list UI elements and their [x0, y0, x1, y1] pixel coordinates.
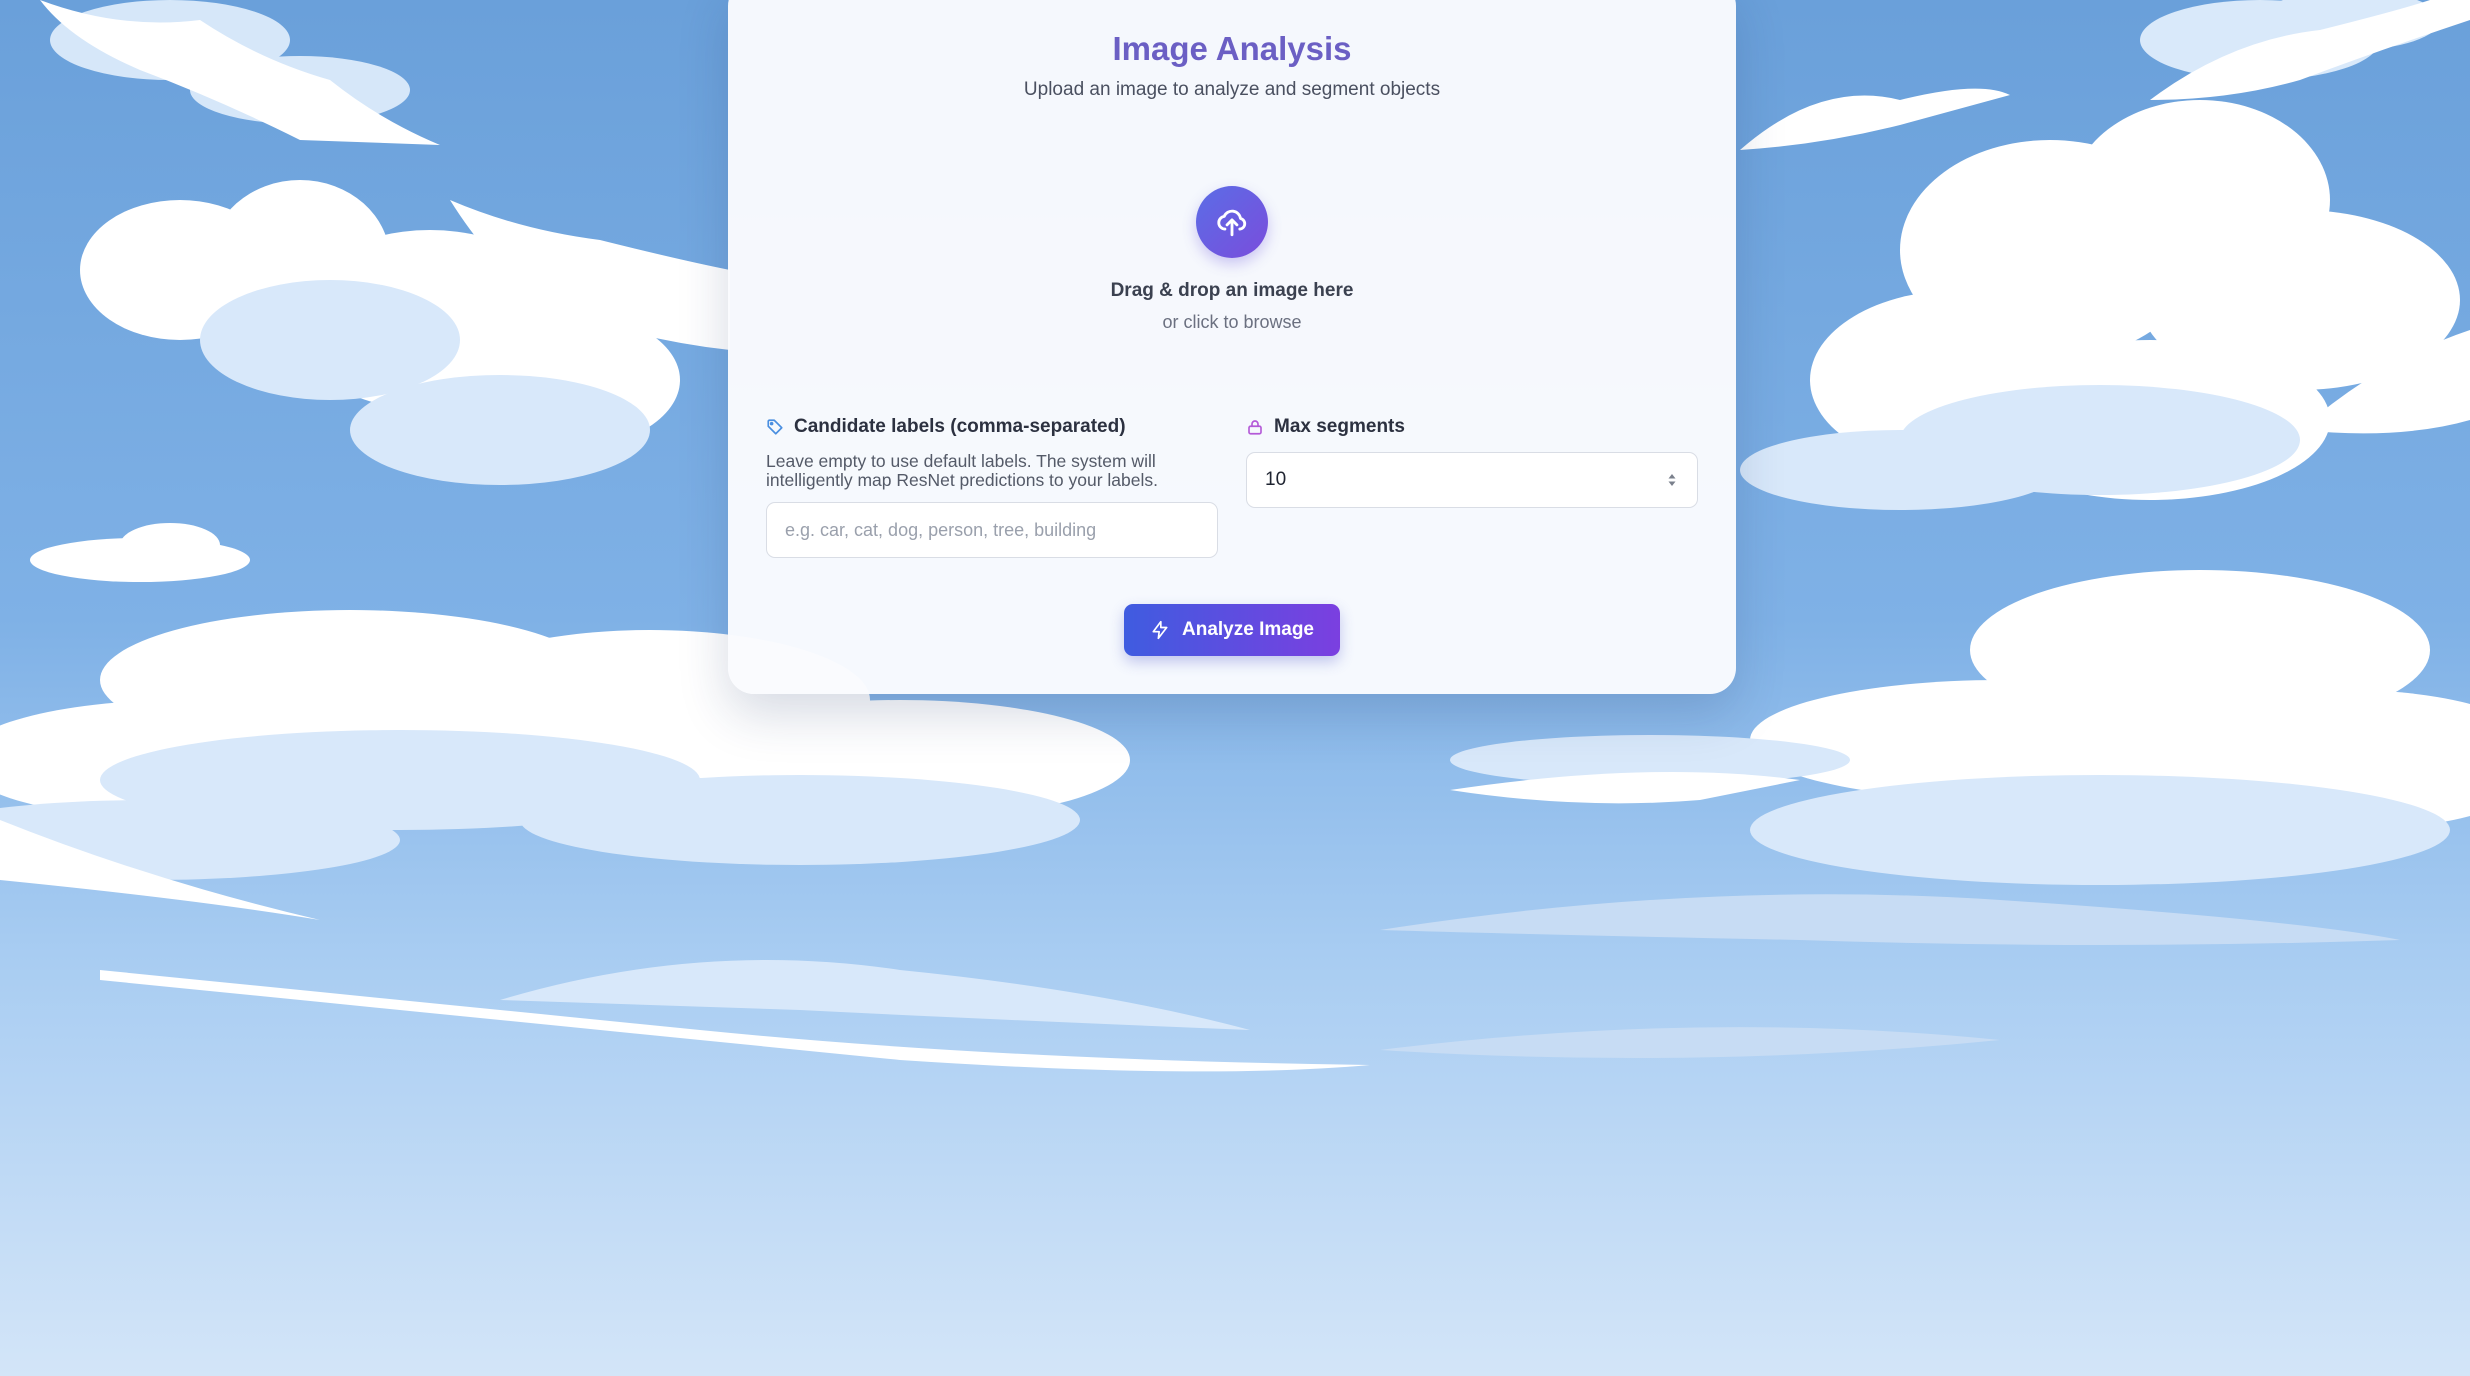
lightning-icon	[1150, 619, 1170, 641]
candidate-labels-help: Leave empty to use default labels. The s…	[766, 451, 1158, 490]
analyze-image-button[interactable]: Analyze Image	[1124, 604, 1340, 656]
lock-icon	[1246, 418, 1264, 436]
candidate-labels-input[interactable]	[766, 502, 1218, 558]
analysis-card: Image Analysis Upload an image to analyz…	[728, 0, 1736, 694]
max-segments-input[interactable]: 10	[1246, 452, 1698, 508]
max-segments-label: Max segments	[1246, 416, 1405, 438]
candidate-labels-label: Candidate labels (comma-separated)	[766, 416, 1126, 438]
page-title: Image Analysis	[1112, 30, 1352, 67]
tag-icon	[766, 418, 784, 436]
analyze-button-label: Analyze Image	[1182, 619, 1314, 640]
image-dropzone[interactable]: Drag & drop an image here or click to br…	[766, 120, 1698, 360]
cloud-upload-icon	[1196, 186, 1268, 258]
page-subtitle: Upload an image to analyze and segment o…	[1023, 79, 1441, 100]
max-segments-label-text: Max segments	[1274, 416, 1405, 437]
max-segments-value: 10	[1265, 469, 1287, 490]
number-spinner-icon[interactable]	[1665, 470, 1679, 490]
dropzone-browse-hint: or click to browse	[1162, 312, 1302, 332]
dropzone-title: Drag & drop an image here	[1110, 280, 1354, 301]
candidate-labels-label-text: Candidate labels (comma-separated)	[794, 416, 1126, 437]
